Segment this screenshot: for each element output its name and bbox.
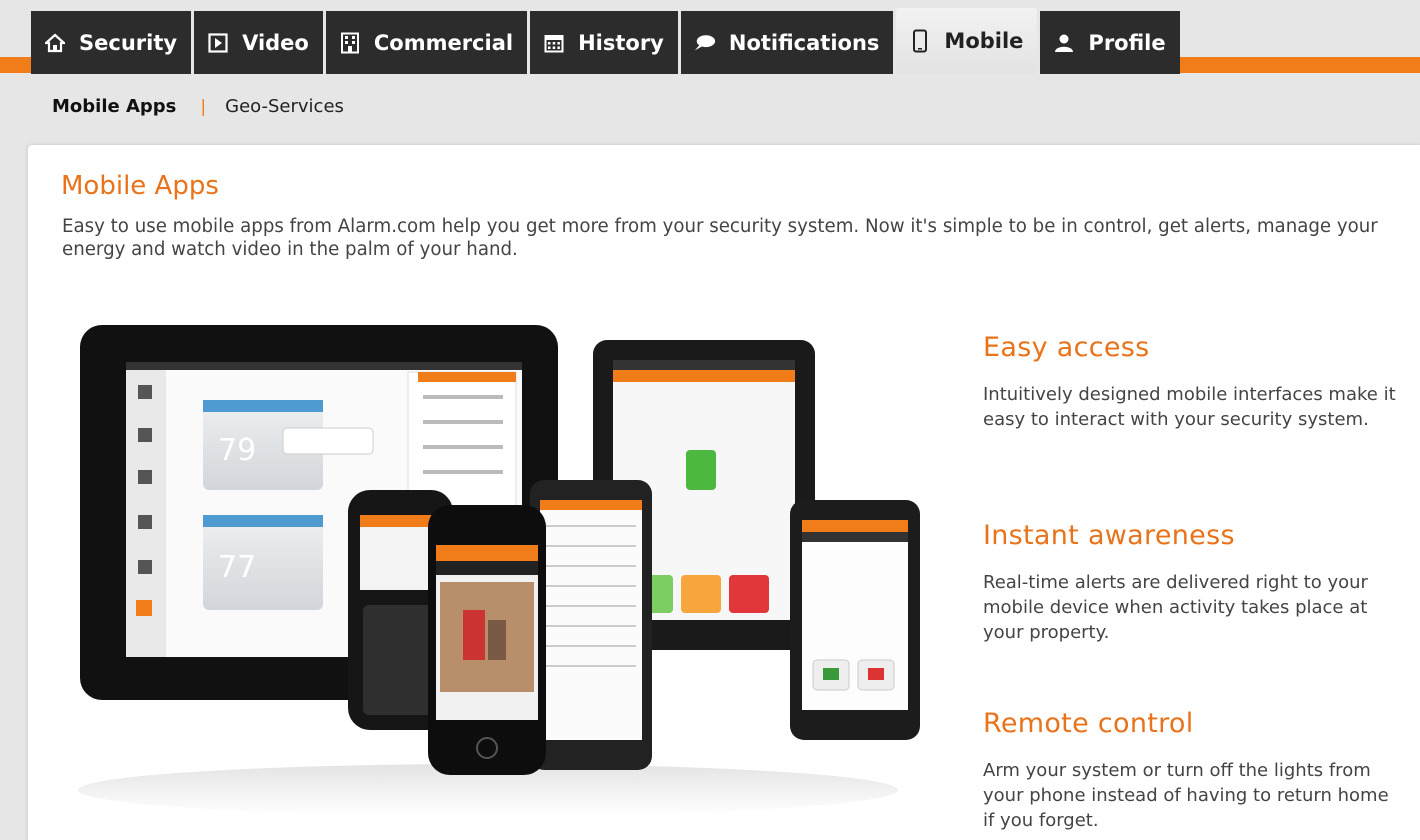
subnav-geo-services[interactable]: Geo-Services	[225, 96, 344, 117]
feature-easy-access: Easy access Intuitively designed mobile …	[983, 332, 1403, 432]
tab-profile[interactable]: Profile	[1040, 11, 1180, 74]
tab-history[interactable]: History	[530, 11, 678, 74]
svg-text:79: 79	[218, 433, 256, 468]
feature-remote-control: Remote control Arm your system or turn o…	[983, 708, 1403, 833]
mobile-devices-image: 79 77	[68, 320, 948, 840]
intro-text: Easy to use mobile apps from Alarm.com h…	[62, 216, 1378, 260]
feature-title: Remote control	[983, 708, 1194, 739]
tab-label: Security	[79, 30, 178, 55]
tab-mobile[interactable]: Mobile	[896, 8, 1038, 74]
main-tab-bar: Security Video Commercial History Notifi…	[0, 0, 1420, 76]
tab-label: History	[578, 30, 664, 55]
feature-title: Instant awareness	[983, 520, 1235, 551]
tab-label: Commercial	[373, 30, 514, 55]
content-panel: Mobile Apps Easy to use mobile apps from…	[28, 145, 1420, 840]
tab-video[interactable]: Video	[194, 11, 323, 74]
feature-text: Arm your system or turn off the lights f…	[983, 760, 1389, 831]
subnav-separator: |	[200, 96, 207, 117]
building-icon	[339, 32, 361, 54]
svg-text:77: 77	[218, 550, 256, 585]
sub-navigation: Mobile Apps | Geo-Services	[52, 96, 344, 117]
calendar-icon	[543, 32, 565, 54]
mobile-icon	[909, 29, 931, 53]
feature-instant-awareness: Instant awareness Real-time alerts are d…	[983, 520, 1403, 645]
chat-bubble-icon	[694, 32, 716, 54]
tab-commercial[interactable]: Commercial	[325, 11, 528, 74]
feature-title: Easy access	[983, 332, 1150, 363]
tab-security[interactable]: Security	[31, 11, 192, 74]
feature-text: Real-time alerts are delivered right to …	[983, 572, 1368, 643]
feature-text: Intuitively designed mobile interfaces m…	[983, 384, 1396, 430]
subnav-mobile-apps[interactable]: Mobile Apps	[52, 96, 176, 117]
accent-bar-right	[1165, 57, 1420, 73]
play-icon	[207, 32, 229, 54]
tab-label: Profile	[1088, 30, 1166, 55]
user-icon	[1053, 32, 1075, 54]
page-title: Mobile Apps	[61, 171, 219, 201]
tab-label: Video	[242, 30, 309, 55]
tab-notifications[interactable]: Notifications	[680, 11, 894, 74]
tab-label: Mobile	[944, 29, 1024, 53]
tab-label: Notifications	[728, 30, 880, 55]
home-icon	[44, 32, 66, 54]
